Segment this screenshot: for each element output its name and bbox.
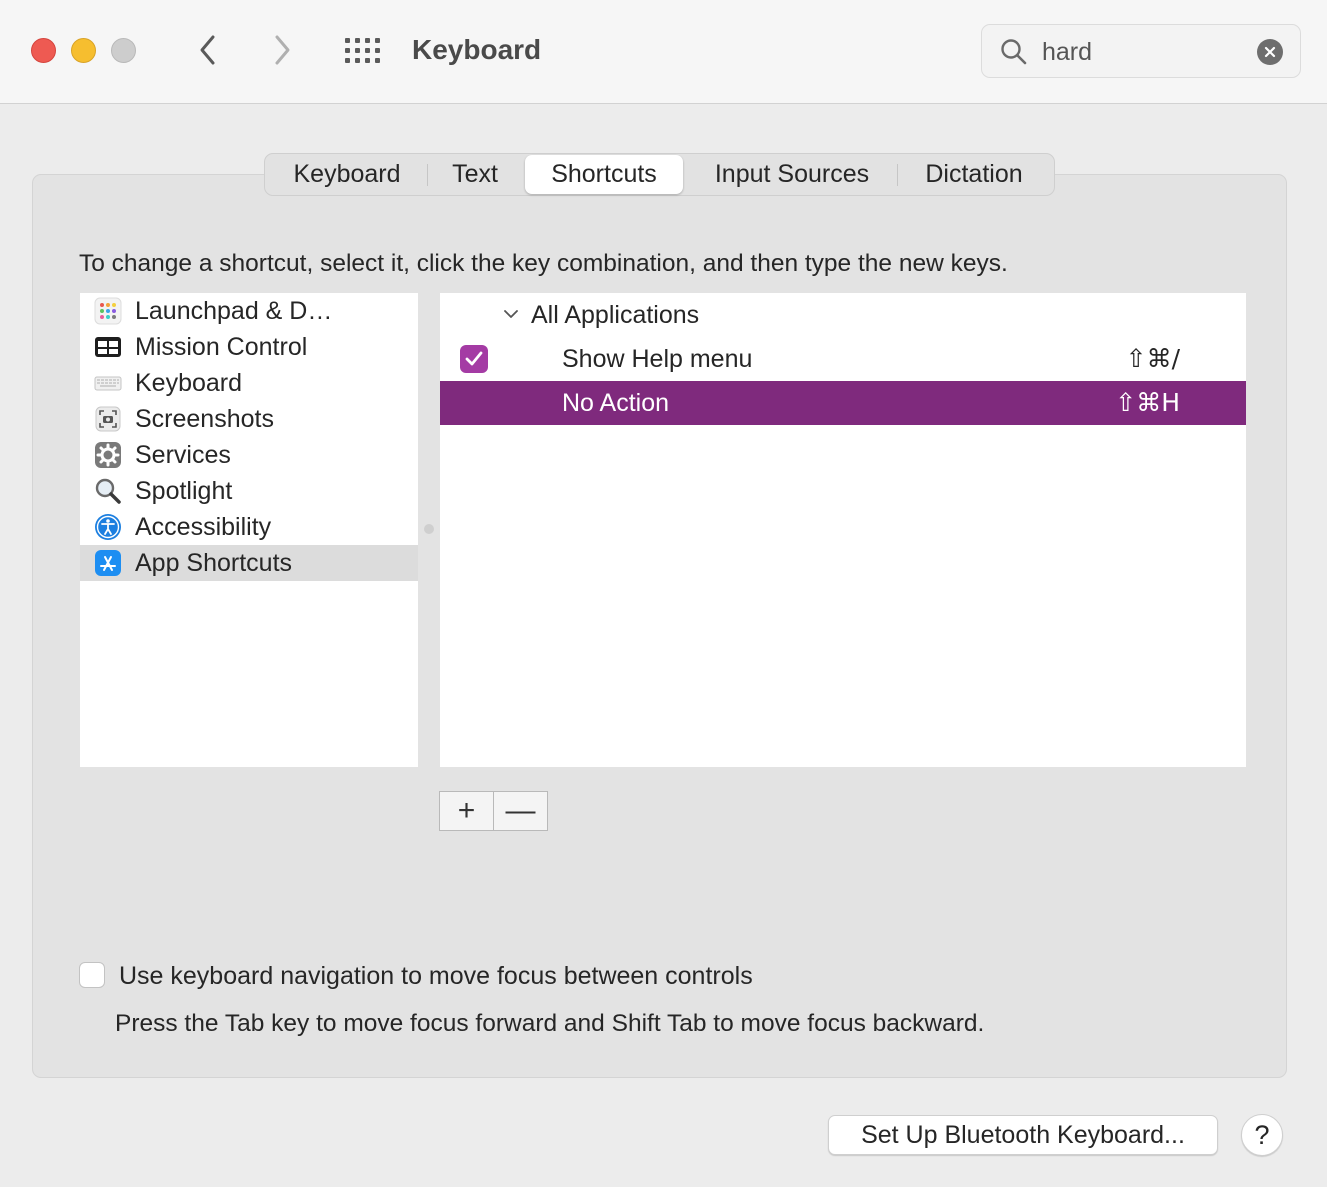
category-item-app-shortcuts[interactable]: App Shortcuts — [80, 545, 418, 581]
search-input[interactable]: hard — [1042, 37, 1092, 67]
shortcut-group-all-applications[interactable]: All Applications — [440, 293, 1246, 337]
shortcut-label: Show Help menu — [562, 345, 753, 373]
category-label: Services — [135, 441, 231, 469]
grid-icon — [345, 38, 380, 63]
keyboard-navigation-help-text: Press the Tab key to move focus forward … — [115, 1010, 985, 1037]
category-label: Spotlight — [135, 477, 233, 505]
search-field[interactable]: hard — [981, 24, 1301, 78]
tab-shortcuts[interactable]: Shortcuts — [525, 155, 683, 194]
tab-separator — [427, 164, 428, 186]
show-all-button[interactable] — [343, 36, 383, 66]
shortcut-row[interactable]: Show Help menu ⇧⌘/ — [440, 337, 1246, 381]
tab-dictation[interactable]: Dictation — [901, 154, 1047, 195]
category-label: Keyboard — [135, 369, 243, 397]
screenshots-icon — [95, 406, 121, 432]
app-store-icon — [95, 550, 121, 576]
shortcut-keys[interactable]: ⇧⌘/ — [1126, 337, 1180, 381]
shortcut-group-label: All Applications — [531, 301, 700, 329]
forward-button[interactable] — [262, 30, 302, 70]
close-window-button[interactable] — [31, 38, 56, 63]
tab-text[interactable]: Text — [431, 154, 519, 195]
spotlight-magnifier-icon — [95, 478, 121, 504]
tab-bar: Keyboard Text Shortcuts Input Sources Di… — [264, 153, 1055, 196]
chevron-left-icon — [200, 35, 215, 65]
clear-search-button[interactable] — [1257, 39, 1283, 65]
window-title: Keyboard — [412, 34, 542, 65]
add-shortcut-button[interactable]: + — [439, 791, 494, 831]
tab-keyboard[interactable]: Keyboard — [271, 154, 423, 195]
category-item-screenshots[interactable]: Screenshots — [80, 401, 418, 437]
split-view-divider[interactable] — [424, 524, 434, 534]
tab-input-sources[interactable]: Input Sources — [689, 154, 895, 195]
help-button[interactable]: ? — [1241, 1114, 1283, 1156]
remove-label: — — [505, 794, 536, 827]
keyboard-navigation-label[interactable]: Use keyboard navigation to move focus be… — [119, 960, 753, 992]
chevron-right-icon — [275, 35, 290, 65]
set-up-bluetooth-keyboard-button[interactable]: Set Up Bluetooth Keyboard... — [828, 1115, 1218, 1155]
category-label: Accessibility — [135, 513, 272, 541]
shortcut-label: No Action — [562, 389, 670, 417]
category-label: Mission Control — [135, 333, 308, 361]
category-item-keyboard[interactable]: Keyboard — [80, 365, 418, 401]
shortcut-row-selected[interactable]: No Action ⇧⌘H — [440, 381, 1246, 425]
checkmark-icon — [465, 351, 483, 366]
keyboard-navigation-checkbox[interactable] — [79, 962, 105, 988]
chevron-down-icon[interactable] — [502, 305, 520, 323]
search-icon — [1001, 39, 1027, 65]
launchpad-icon — [94, 297, 122, 325]
title-bar: Keyboard hard — [0, 0, 1327, 104]
zoom-window-button[interactable] — [111, 38, 136, 63]
tab-separator — [897, 164, 898, 186]
category-item-spotlight[interactable]: Spotlight — [80, 473, 418, 509]
category-list: Launchpad & D… Mission Control Keyboard … — [80, 293, 418, 767]
keyboard-icon — [94, 376, 122, 391]
services-gear-icon — [95, 442, 121, 468]
shortcut-keys[interactable]: ⇧⌘H — [1115, 381, 1180, 425]
category-label: Screenshots — [135, 405, 274, 433]
category-item-launchpad[interactable]: Launchpad & D… — [80, 293, 418, 329]
mission-control-icon — [95, 337, 121, 357]
minimize-window-button[interactable] — [71, 38, 96, 63]
close-icon — [1264, 46, 1276, 58]
remove-shortcut-button[interactable]: — — [493, 791, 548, 831]
category-item-accessibility[interactable]: Accessibility — [80, 509, 418, 545]
accessibility-icon — [95, 514, 121, 540]
category-label: Launchpad & D… — [135, 297, 333, 325]
add-label: + — [457, 794, 476, 827]
shortcuts-list: All Applications Show Help menu ⇧⌘/ No A… — [440, 293, 1246, 767]
category-item-mission-control[interactable]: Mission Control — [80, 329, 418, 365]
category-label: App Shortcuts — [135, 549, 293, 577]
shortcut-enabled-checkbox[interactable] — [460, 345, 488, 373]
category-item-services[interactable]: Services — [80, 437, 418, 473]
back-button[interactable] — [188, 30, 228, 70]
instructions-text: To change a shortcut, select it, click t… — [79, 250, 1008, 277]
